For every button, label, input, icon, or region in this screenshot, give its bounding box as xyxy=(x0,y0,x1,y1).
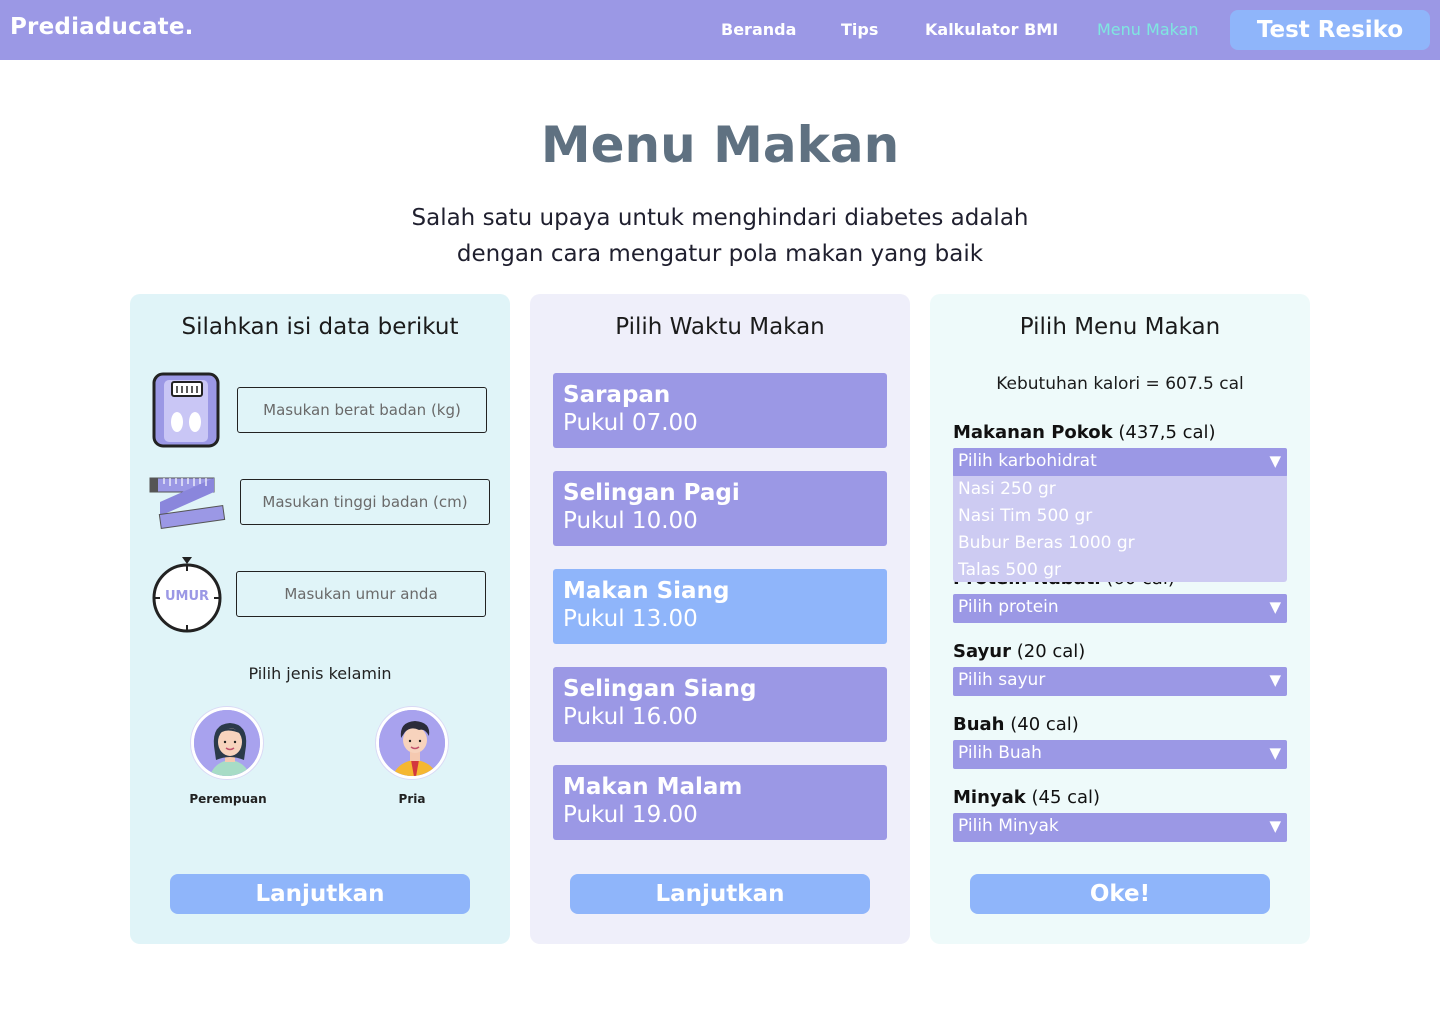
category-label-minyak: Minyak (45 cal) xyxy=(953,787,1100,808)
dropdown-option[interactable]: Nasi 250 gr xyxy=(953,476,1287,503)
male-avatar-icon xyxy=(379,710,445,776)
measuring-tape-icon xyxy=(148,476,228,534)
category-name: Makanan Pokok xyxy=(953,422,1113,443)
meal-name: Selingan Pagi xyxy=(563,480,740,506)
weight-input[interactable] xyxy=(237,387,487,433)
meal-time: Pukul 13.00 xyxy=(563,606,698,632)
panel-title-data: Silahkan isi data berikut xyxy=(181,314,459,340)
continue-data-button[interactable]: Lanjutkan xyxy=(170,874,470,914)
test-resiko-button[interactable]: Test Resiko xyxy=(1230,10,1430,50)
protein-select[interactable]: Pilih protein ▼ xyxy=(953,594,1287,623)
category-cal: (40 cal) xyxy=(1010,714,1079,735)
nav-link-kalkulator-bmi[interactable]: Kalkulator BMI xyxy=(925,20,1058,39)
subtitle-line-2: dengan cara mengatur pola makan yang bai… xyxy=(456,241,984,267)
meal-name: Selingan Siang xyxy=(563,676,757,702)
chevron-down-icon: ▼ xyxy=(1269,671,1281,689)
meal-option-selingan-siang[interactable]: Selingan Siang Pukul 16.00 xyxy=(553,667,887,742)
carbohydrate-select[interactable]: Pilih karbohidrat ▼ xyxy=(953,448,1287,477)
meal-time: Pukul 19.00 xyxy=(563,802,698,828)
select-value: Pilih Buah xyxy=(958,743,1042,763)
female-avatar[interactable] xyxy=(191,707,263,779)
personal-data-panel: Silahkan isi data berikut Masukan berat … xyxy=(130,294,510,944)
nav-link-tips[interactable]: Tips xyxy=(841,20,878,39)
stopwatch-icon: UMUR xyxy=(150,556,224,638)
meal-option-selingan-pagi[interactable]: Selingan Pagi Pukul 10.00 xyxy=(553,471,887,546)
meal-time-panel: Pilih Waktu Makan Sarapan Pukul 07.00 Se… xyxy=(530,294,910,944)
male-label: Pria xyxy=(398,792,426,806)
female-avatar-icon xyxy=(194,710,260,776)
category-label-sayur: Sayur (20 cal) xyxy=(953,641,1085,662)
page-subtitle: Salah satu upaya untuk menghindari diabe… xyxy=(370,200,1070,272)
age-icon-text: UMUR xyxy=(164,589,210,604)
dropdown-option[interactable]: Talas 500 gr xyxy=(953,557,1287,584)
category-name: Minyak xyxy=(953,787,1026,808)
select-value: Pilih protein xyxy=(958,597,1059,617)
menu-panel: Pilih Menu Makan Kebutuhan kalori = 607.… xyxy=(930,294,1310,944)
chevron-down-icon: ▼ xyxy=(1269,452,1281,470)
meal-name: Sarapan xyxy=(563,382,671,408)
category-name: Sayur xyxy=(953,641,1011,662)
category-cal: (437,5 cal) xyxy=(1118,422,1216,443)
male-avatar[interactable] xyxy=(376,707,448,779)
select-value: Pilih karbohidrat xyxy=(958,451,1097,471)
meal-name: Makan Malam xyxy=(563,774,743,800)
brand-logo[interactable]: Prediaducate. xyxy=(10,14,194,40)
calorie-requirement: Kebutuhan kalori = 607.5 cal xyxy=(996,374,1244,394)
chevron-down-icon: ▼ xyxy=(1269,817,1281,835)
nav-link-beranda[interactable]: Beranda xyxy=(721,20,796,39)
page-title: Menu Makan xyxy=(540,116,900,174)
meal-option-makan-siang[interactable]: Makan Siang Pukul 13.00 xyxy=(553,569,887,644)
dropdown-option[interactable]: Nasi Tim 500 gr xyxy=(953,503,1287,530)
top-navbar: Prediaducate. Beranda Tips Kalkulator BM… xyxy=(0,0,1440,60)
meal-name: Makan Siang xyxy=(563,578,730,604)
ok-button[interactable]: Oke! xyxy=(970,874,1270,914)
chevron-down-icon: ▼ xyxy=(1269,598,1281,616)
gender-label: Pilih jenis kelamin xyxy=(248,664,392,683)
vegetable-select[interactable]: Pilih sayur ▼ xyxy=(953,667,1287,696)
category-name: Buah xyxy=(953,714,1005,735)
meal-time: Pukul 10.00 xyxy=(563,508,698,534)
category-label-buah: Buah (40 cal) xyxy=(953,714,1079,735)
panel-title-meal-time: Pilih Waktu Makan xyxy=(615,314,825,340)
weight-scale-icon xyxy=(152,372,222,452)
continue-meal-time-button[interactable]: Lanjutkan xyxy=(570,874,870,914)
fruit-select[interactable]: Pilih Buah ▼ xyxy=(953,740,1287,769)
nav-link-menu-makan[interactable]: Menu Makan xyxy=(1097,20,1199,39)
panel-title-menu: Pilih Menu Makan xyxy=(1019,314,1221,340)
category-cal: (45 cal) xyxy=(1031,787,1101,808)
carbohydrate-dropdown-list: Nasi 250 gr Nasi Tim 500 gr Bubur Beras … xyxy=(953,476,1287,582)
select-value: Pilih Minyak xyxy=(958,816,1059,836)
age-input[interactable] xyxy=(236,571,486,617)
oil-select[interactable]: Pilih Minyak ▼ xyxy=(953,813,1287,842)
meal-time: Pukul 07.00 xyxy=(563,410,698,436)
category-label-makanan-pokok: Makanan Pokok (437,5 cal) xyxy=(953,422,1216,443)
female-label: Perempuan xyxy=(189,792,267,806)
meal-option-makan-malam[interactable]: Makan Malam Pukul 19.00 xyxy=(553,765,887,840)
select-value: Pilih sayur xyxy=(958,670,1046,690)
height-input[interactable] xyxy=(240,479,490,525)
meal-time: Pukul 16.00 xyxy=(563,704,698,730)
dropdown-option[interactable]: Bubur Beras 1000 gr xyxy=(953,530,1287,557)
meal-option-sarapan[interactable]: Sarapan Pukul 07.00 xyxy=(553,373,887,448)
category-cal: (20 cal) xyxy=(1016,641,1086,662)
subtitle-line-1: Salah satu upaya untuk menghindari diabe… xyxy=(411,205,1029,231)
chevron-down-icon: ▼ xyxy=(1269,744,1281,762)
